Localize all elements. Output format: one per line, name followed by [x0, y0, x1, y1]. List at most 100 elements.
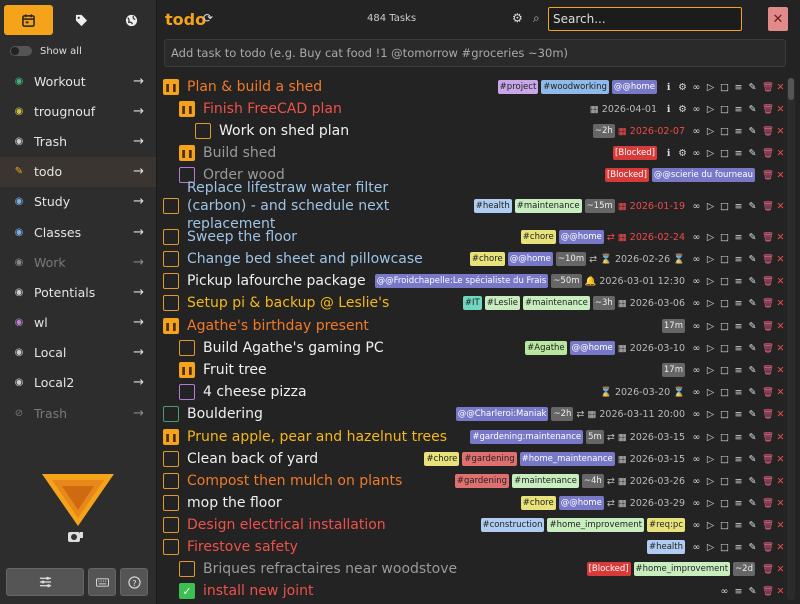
tag-badge[interactable]: @@home [558, 230, 604, 244]
task-name[interactable]: Bouldering [187, 406, 263, 422]
trash-icon[interactable]: 🗑 [762, 321, 774, 332]
trash-icon[interactable]: 🗑 [762, 148, 774, 159]
sidebar-item-potentials[interactable]: ◉ Potentials → [0, 277, 156, 307]
task-name[interactable]: install new joint [203, 583, 313, 599]
trash-icon[interactable]: 🗑 [762, 343, 774, 354]
settings-icon[interactable]: ⚙ [678, 148, 687, 159]
sidebar-item-wl[interactable]: ◉ wl → [0, 308, 156, 338]
tag-badge[interactable]: #construction [480, 518, 545, 532]
delete-icon[interactable]: ✕ [776, 432, 785, 443]
link-icon[interactable]: ∞ [692, 365, 701, 376]
sidebar-item-study[interactable]: ◉ Study → [0, 187, 156, 217]
duration-badge[interactable]: 17m [661, 319, 685, 333]
edit-icon[interactable]: ✎ [748, 365, 757, 376]
tag-badge[interactable]: @@home [569, 341, 615, 355]
arrow-right-icon[interactable]: → [133, 164, 144, 179]
link-icon[interactable]: ∞ [692, 498, 701, 509]
pause-checkbox[interactable]: ❚❚ [179, 362, 195, 378]
tag-badge[interactable]: #Leslie [484, 296, 521, 310]
trash-icon[interactable]: 🗑 [762, 454, 774, 465]
square-icon[interactable]: □ [720, 432, 729, 443]
tag-badge[interactable]: #gardening:maintenance [470, 430, 584, 444]
arrow-right-icon[interactable]: → [133, 104, 144, 119]
tag-badge[interactable]: #health [473, 199, 512, 213]
sidebar-item-todo[interactable]: ✎ todo → [0, 156, 156, 187]
duration-badge[interactable]: ~10m [555, 252, 587, 266]
add-task-input[interactable] [164, 39, 786, 67]
link-icon[interactable]: ∞ [692, 520, 701, 531]
play-icon[interactable]: ▷ [706, 476, 715, 487]
arrow-right-icon[interactable]: → [133, 255, 144, 270]
task-row[interactable]: Clean back of yard #chore #gardening #home_… [157, 448, 785, 470]
delete-icon[interactable]: ✕ [776, 564, 785, 575]
subtasks-icon[interactable]: ≡ [734, 82, 743, 93]
trash-icon[interactable]: 🗑 [762, 298, 774, 309]
play-icon[interactable]: ▷ [706, 387, 715, 398]
task-row[interactable]: 4 cheese pizza ⌛ 2026-03-20 ⌛ ∞ ▷ □ ≡ ✎ 🗑 ✕ [157, 381, 785, 403]
task-row[interactable]: ❚❚ Plan & build a shed #project #woodworkin… [157, 76, 785, 98]
delete-icon[interactable]: ✕ [776, 126, 785, 137]
square-icon[interactable]: □ [720, 409, 729, 420]
edit-icon[interactable]: ✎ [748, 126, 757, 137]
task-row[interactable]: Setup pi & backup @ Leslie's #IT #Leslie #m… [157, 292, 785, 314]
tag-badge[interactable]: @@Froidchapelle:Le spécialiste du Frais [374, 274, 549, 288]
edit-icon[interactable]: ✎ [748, 409, 757, 420]
task-row[interactable]: Build Agathe's gaming PC #Agathe @@home ▦ 2… [157, 337, 785, 359]
square-icon[interactable]: □ [720, 321, 729, 332]
edit-icon[interactable]: ✎ [748, 520, 757, 531]
edit-icon[interactable]: ✎ [748, 387, 757, 398]
task-name[interactable]: Fruit tree [203, 362, 267, 378]
sidebar-item-local2[interactable]: ◉ Local2 → [0, 368, 156, 398]
delete-icon[interactable]: ✕ [776, 454, 785, 465]
play-icon[interactable]: ▷ [706, 82, 715, 93]
arrow-right-icon[interactable]: → [133, 315, 144, 330]
info-icon[interactable]: ℹ [664, 148, 673, 159]
task-row[interactable]: Compost then mulch on plants #gardening #m… [157, 470, 785, 492]
calendar-tab[interactable] [4, 5, 54, 35]
tag-badge[interactable]: #home_improvement [547, 518, 644, 532]
arrow-right-icon[interactable]: → [133, 285, 144, 300]
delete-icon[interactable]: ✕ [776, 586, 785, 597]
play-icon[interactable]: ▷ [706, 520, 715, 531]
subtasks-icon[interactable]: ≡ [734, 387, 743, 398]
close-button[interactable]: ✕ [768, 7, 788, 31]
edit-icon[interactable]: ✎ [748, 254, 757, 265]
link-icon[interactable]: ∞ [692, 126, 701, 137]
settings-button[interactable] [6, 568, 84, 596]
settings-icon[interactable]: ⚙ [678, 104, 687, 115]
play-icon[interactable]: ▷ [706, 432, 715, 443]
edit-icon[interactable]: ✎ [748, 432, 757, 443]
delete-icon[interactable]: ✕ [776, 201, 785, 212]
delete-icon[interactable]: ✕ [776, 520, 785, 531]
square-icon[interactable]: □ [720, 343, 729, 354]
duration-badge[interactable]: ~2h [592, 124, 615, 138]
link-icon[interactable]: ∞ [692, 387, 701, 398]
tag-badge[interactable]: @@scierie du fourneau [651, 168, 755, 182]
square-icon[interactable]: □ [720, 276, 729, 287]
trash-icon[interactable]: 🗑 [762, 170, 774, 181]
delete-icon[interactable]: ✕ [776, 343, 785, 354]
task-checkbox[interactable] [195, 123, 211, 139]
play-icon[interactable]: ▷ [706, 454, 715, 465]
edit-icon[interactable]: ✎ [748, 454, 757, 465]
arrow-right-icon[interactable]: → [133, 74, 144, 89]
scrollbar-thumb[interactable] [788, 78, 794, 100]
trash-icon[interactable]: 🗑 [762, 126, 774, 137]
subtasks-icon[interactable]: ≡ [734, 254, 743, 265]
link-icon[interactable]: ∞ [692, 298, 701, 309]
duration-badge[interactable]: ~2h [551, 407, 574, 421]
task-checkbox[interactable] [163, 451, 179, 467]
tag-badge[interactable]: [Blocked] [604, 168, 649, 182]
arrow-right-icon[interactable]: → [133, 345, 144, 360]
keyboard-shortcuts-button[interactable] [88, 568, 116, 596]
trash-icon[interactable]: 🗑 [762, 476, 774, 487]
edit-icon[interactable]: ✎ [748, 82, 757, 93]
task-row[interactable]: ❚❚ Build shed [Blocked] ℹ ⚙ ∞ ▷ □ ≡ ✎ 🗑 ✕ [157, 142, 785, 164]
play-icon[interactable]: ▷ [706, 148, 715, 159]
task-checkbox[interactable] [179, 340, 195, 356]
task-checkbox[interactable] [163, 198, 179, 214]
square-icon[interactable]: □ [720, 201, 729, 212]
tag-badge[interactable]: #maintenance [514, 199, 582, 213]
play-icon[interactable]: ▷ [706, 232, 715, 243]
square-icon[interactable]: □ [720, 476, 729, 487]
